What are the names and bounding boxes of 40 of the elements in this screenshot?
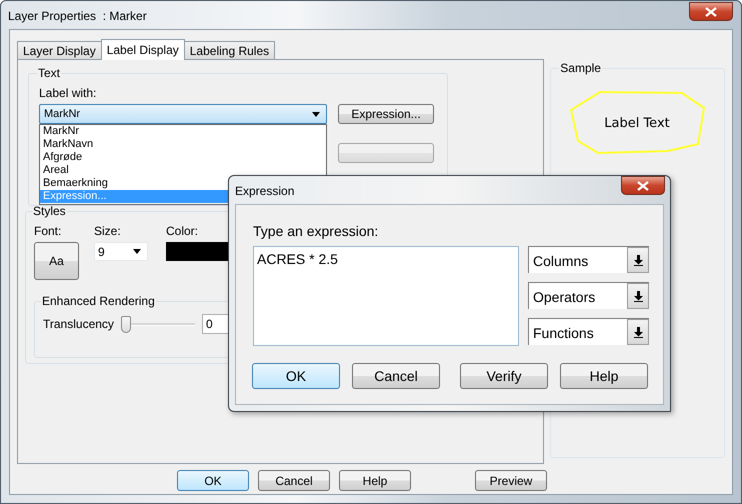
field-label: Label with: (39, 86, 98, 100)
caret-icon (312, 112, 320, 116)
dialog-button[interactable]: Preview (475, 470, 547, 491)
group-title: Text (37, 66, 62, 80)
dialog-button[interactable]: Verify (460, 363, 548, 389)
group-title: Enhanced Rendering (41, 294, 156, 308)
down-arrow-icon (634, 326, 642, 338)
expression-button[interactable]: Expression... (338, 104, 434, 124)
tab[interactable]: Label Display (100, 39, 185, 60)
field-label: Color: (166, 224, 200, 238)
close-icon (637, 180, 649, 190)
slider-label: Translucency (43, 317, 115, 331)
dialog-button[interactable]: OK (177, 470, 249, 491)
close-button[interactable] (689, 2, 733, 21)
label-with-dropdown[interactable]: MarkNr (39, 104, 327, 124)
field-label: Font: (34, 224, 62, 238)
expression-field[interactable]: ACRES * 2.5 (253, 246, 519, 346)
caret-icon (133, 249, 141, 254)
dialog-button[interactable]: OK (252, 363, 340, 389)
picker-dropdown[interactable]: Functions (528, 318, 649, 345)
field-label: Size: (94, 224, 122, 238)
group-title: Styles (32, 204, 67, 218)
picker-dropdown[interactable]: Columns (528, 246, 649, 273)
window-title: Layer Properties : Marker (8, 9, 147, 23)
dialog-button[interactable]: Help (560, 363, 648, 389)
group-title: Sample (559, 61, 602, 75)
font-button[interactable]: Aa (34, 242, 79, 280)
close-button[interactable] (621, 176, 665, 195)
dialog-button[interactable]: Cancel (258, 470, 330, 491)
size-dropdown[interactable]: 9 (94, 242, 148, 261)
down-arrow-icon (634, 290, 642, 302)
slider-thumb[interactable] (121, 316, 131, 332)
close-icon (705, 6, 717, 16)
dialog-button[interactable]: Cancel (352, 363, 440, 389)
tab[interactable]: Layer Display (17, 41, 102, 59)
dialog-button[interactable]: Help (339, 470, 411, 491)
picker-dropdown[interactable]: Operators (528, 282, 649, 309)
tab[interactable]: Labeling Rules (184, 41, 276, 59)
down-arrow-icon (634, 254, 642, 266)
prompt-text: Type an expression: (253, 223, 380, 239)
